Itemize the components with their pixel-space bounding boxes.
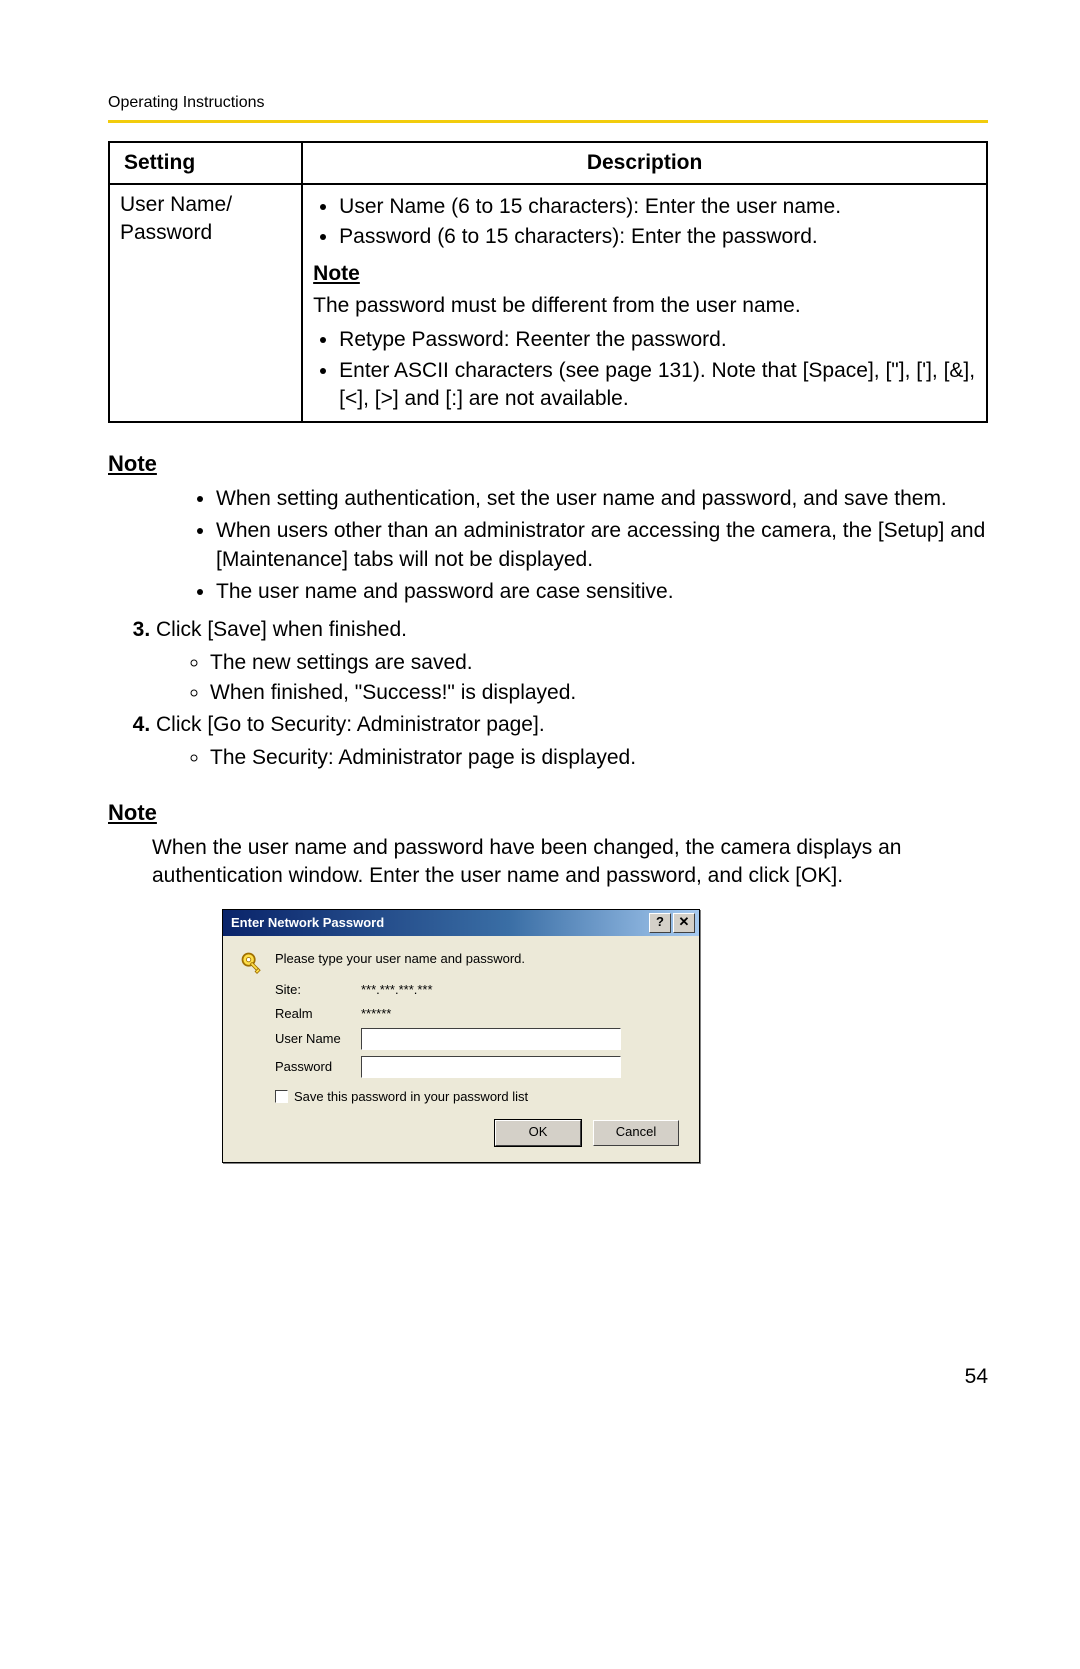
password-input[interactable] — [361, 1056, 621, 1078]
site-value: ***.***.***.*** — [361, 981, 433, 999]
desc-bullet: Retype Password: Reenter the password. — [339, 326, 976, 354]
step-sub: The new settings are saved. — [210, 649, 988, 677]
save-password-label: Save this password in your password list — [294, 1088, 528, 1106]
step-sub: The Security: Administrator page is disp… — [210, 744, 988, 772]
realm-label: Realm — [275, 1005, 361, 1023]
document-page: Operating Instructions Setting Descripti… — [0, 0, 1080, 1431]
col-header-setting: Setting — [109, 142, 302, 184]
save-password-checkbox[interactable] — [275, 1090, 288, 1103]
step-text: Click [Save] when finished. — [156, 618, 407, 641]
step-4: Click [Go to Security: Administrator pag… — [156, 711, 988, 772]
step-text: Click [Go to Security: Administrator pag… — [156, 713, 545, 736]
note-heading: Note — [108, 798, 988, 828]
ok-button[interactable]: OK — [495, 1120, 581, 1146]
username-label: User Name — [275, 1030, 361, 1048]
auth-dialog: Enter Network Password ? ✕ — [222, 909, 700, 1163]
desc-bullet: Password (6 to 15 characters): Enter the… — [339, 223, 976, 251]
table-row: User Name/ Password User Name (6 to 15 c… — [109, 184, 987, 422]
close-button[interactable]: ✕ — [673, 913, 695, 933]
password-label: Password — [275, 1058, 361, 1076]
note-paragraph: When the user name and password have bee… — [152, 834, 988, 891]
step-list: Click [Save] when finished. The new sett… — [108, 616, 988, 772]
note-bullet: When users other than an administrator a… — [216, 517, 988, 574]
settings-table: Setting Description User Name/ Password … — [108, 141, 988, 424]
note-heading: Note — [108, 449, 988, 479]
cell-description: User Name (6 to 15 characters): Enter th… — [302, 184, 987, 422]
cell-setting: User Name/ Password — [109, 184, 302, 422]
key-icon — [239, 950, 275, 983]
dialog-title: Enter Network Password — [231, 914, 384, 932]
note-text: The password must be different from the … — [313, 292, 976, 320]
note-heading: Note — [313, 260, 976, 288]
cancel-button[interactable]: Cancel — [593, 1120, 679, 1146]
help-button[interactable]: ? — [649, 913, 671, 933]
desc-bullet: Enter ASCII characters (see page 131). N… — [339, 357, 976, 414]
dialog-prompt: Please type your user name and password. — [275, 950, 683, 968]
step-3: Click [Save] when finished. The new sett… — [156, 616, 988, 707]
dialog-titlebar: Enter Network Password ? ✕ — [223, 910, 699, 936]
note-bullet: The user name and password are case sens… — [216, 578, 988, 606]
running-header: Operating Instructions — [108, 92, 988, 114]
site-label: Site: — [275, 981, 361, 999]
realm-value: ****** — [361, 1005, 391, 1023]
page-number: 54 — [108, 1363, 988, 1391]
username-input[interactable] — [361, 1028, 621, 1050]
col-header-description: Description — [302, 142, 987, 184]
step-sub: When finished, "Success!" is displayed. — [210, 679, 988, 707]
note-bullet: When setting authentication, set the use… — [216, 485, 988, 513]
header-rule — [108, 120, 988, 123]
desc-bullet: User Name (6 to 15 characters): Enter th… — [339, 193, 976, 221]
